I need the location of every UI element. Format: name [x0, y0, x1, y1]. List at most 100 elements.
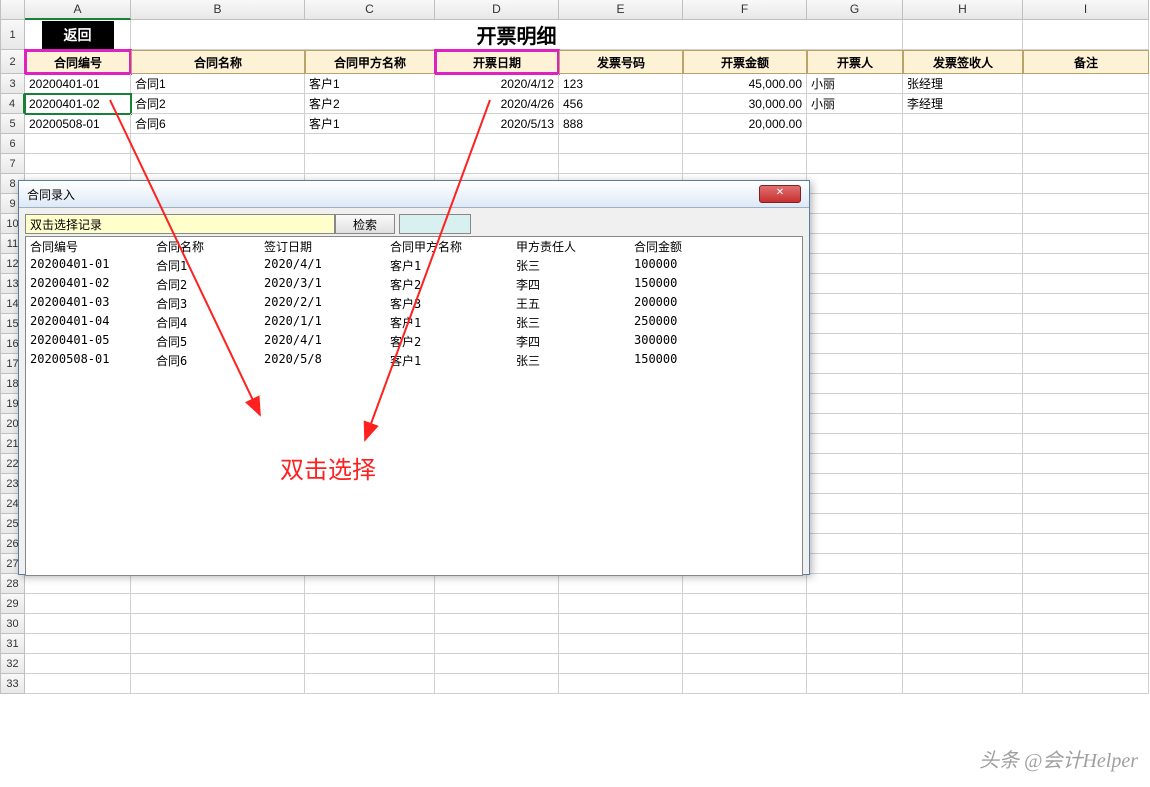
cell-h25[interactable]	[903, 514, 1023, 534]
row-num-29[interactable]: 29	[1, 594, 25, 614]
cell-h26[interactable]	[903, 534, 1023, 554]
search-button[interactable]: 检索	[335, 214, 395, 234]
cell-c30[interactable]	[305, 614, 435, 634]
cell-contract-no[interactable]: 20200508-01	[25, 114, 131, 134]
cell-c33[interactable]	[305, 674, 435, 694]
cell-e31[interactable]	[559, 634, 683, 654]
cell-i1[interactable]	[1023, 20, 1149, 50]
search-input[interactable]	[25, 214, 335, 234]
row-num-30[interactable]: 30	[1, 614, 25, 634]
cell-i16[interactable]	[1023, 334, 1149, 354]
cell-a1[interactable]: 返回	[25, 20, 131, 50]
cell-g18[interactable]	[807, 374, 903, 394]
list-item[interactable]: 20200401-04合同42020/1/1客户1张三250000	[26, 313, 802, 332]
cell-d30[interactable]	[435, 614, 559, 634]
cell-d32[interactable]	[435, 654, 559, 674]
cell-invoice-no[interactable]: 888	[559, 114, 683, 134]
cell-b30[interactable]	[131, 614, 305, 634]
cell-h24[interactable]	[903, 494, 1023, 514]
cell-g33[interactable]	[807, 674, 903, 694]
cell-i11[interactable]	[1023, 234, 1149, 254]
cell-c7[interactable]	[305, 154, 435, 174]
cell-i26[interactable]	[1023, 534, 1149, 554]
cell-a29[interactable]	[25, 594, 131, 614]
cell-f32[interactable]	[683, 654, 807, 674]
col-header-f[interactable]: F	[683, 0, 807, 20]
cell-g15[interactable]	[807, 314, 903, 334]
cell-h29[interactable]	[903, 594, 1023, 614]
cell-i17[interactable]	[1023, 354, 1149, 374]
row-num-32[interactable]: 32	[1, 654, 25, 674]
cell-g8[interactable]	[807, 174, 903, 194]
cell-g24[interactable]	[807, 494, 903, 514]
cell-h30[interactable]	[903, 614, 1023, 634]
cell-a32[interactable]	[25, 654, 131, 674]
cell-i20[interactable]	[1023, 414, 1149, 434]
col-header-i[interactable]: I	[1023, 0, 1149, 20]
cell-i15[interactable]	[1023, 314, 1149, 334]
cell-issuer[interactable]: 小丽	[807, 94, 903, 114]
cell-g6[interactable]	[807, 134, 903, 154]
cell-e33[interactable]	[559, 674, 683, 694]
cell-b31[interactable]	[131, 634, 305, 654]
cell-b6[interactable]	[131, 134, 305, 154]
cell-contract-name[interactable]: 合同6	[131, 114, 305, 134]
th-issuer[interactable]: 开票人	[807, 50, 903, 74]
cell-receiver[interactable]	[903, 114, 1023, 134]
cell-c29[interactable]	[305, 594, 435, 614]
cell-f7[interactable]	[683, 154, 807, 174]
cell-g23[interactable]	[807, 474, 903, 494]
cell-h18[interactable]	[903, 374, 1023, 394]
cell-d33[interactable]	[435, 674, 559, 694]
cell-party-a[interactable]: 客户1	[305, 114, 435, 134]
cell-h12[interactable]	[903, 254, 1023, 274]
cell-h28[interactable]	[903, 574, 1023, 594]
cell-f6[interactable]	[683, 134, 807, 154]
cell-h13[interactable]	[903, 274, 1023, 294]
cell-i14[interactable]	[1023, 294, 1149, 314]
back-button[interactable]: 返回	[42, 21, 114, 49]
cell-h17[interactable]	[903, 354, 1023, 374]
col-header-b[interactable]: B	[131, 0, 305, 20]
cell-a6[interactable]	[25, 134, 131, 154]
list-item[interactable]: 20200401-03合同32020/2/1客户3王五200000	[26, 294, 802, 313]
cell-f30[interactable]	[683, 614, 807, 634]
cell-g9[interactable]	[807, 194, 903, 214]
cell-g16[interactable]	[807, 334, 903, 354]
cell-h8[interactable]	[903, 174, 1023, 194]
cell-h20[interactable]	[903, 414, 1023, 434]
cell-f29[interactable]	[683, 594, 807, 614]
cell-d31[interactable]	[435, 634, 559, 654]
cell-g20[interactable]	[807, 414, 903, 434]
cell-invoice-date[interactable]: 2020/4/26	[435, 94, 559, 114]
row-num-2[interactable]: 2	[1, 50, 25, 74]
row-num-5[interactable]: 5	[1, 114, 25, 134]
col-header-d[interactable]: D	[435, 0, 559, 20]
col-header-a[interactable]: A	[25, 0, 131, 20]
cell-h19[interactable]	[903, 394, 1023, 414]
cell-i28[interactable]	[1023, 574, 1149, 594]
cell-h1[interactable]	[903, 20, 1023, 50]
cell-g29[interactable]	[807, 594, 903, 614]
dialog-titlebar[interactable]: 合同录入 ✕	[19, 181, 809, 208]
cell-g27[interactable]	[807, 554, 903, 574]
cell-h32[interactable]	[903, 654, 1023, 674]
cell-a31[interactable]	[25, 634, 131, 654]
cell-h15[interactable]	[903, 314, 1023, 334]
list-item[interactable]: 20200508-01合同62020/5/8客户1张三150000	[26, 351, 802, 370]
cell-g31[interactable]	[807, 634, 903, 654]
cell-amount[interactable]: 20,000.00	[683, 114, 807, 134]
cell-h6[interactable]	[903, 134, 1023, 154]
cell-i12[interactable]	[1023, 254, 1149, 274]
cell-h27[interactable]	[903, 554, 1023, 574]
cell-h23[interactable]	[903, 474, 1023, 494]
cell-contract-no[interactable]: 20200401-02	[25, 94, 131, 114]
list-item[interactable]: 20200401-02合同22020/3/1客户2李四150000	[26, 275, 802, 294]
cell-h22[interactable]	[903, 454, 1023, 474]
cell-e29[interactable]	[559, 594, 683, 614]
col-header-g[interactable]: G	[807, 0, 903, 20]
th-remark[interactable]: 备注	[1023, 50, 1149, 74]
cell-b29[interactable]	[131, 594, 305, 614]
cell-g10[interactable]	[807, 214, 903, 234]
cell-e7[interactable]	[559, 154, 683, 174]
